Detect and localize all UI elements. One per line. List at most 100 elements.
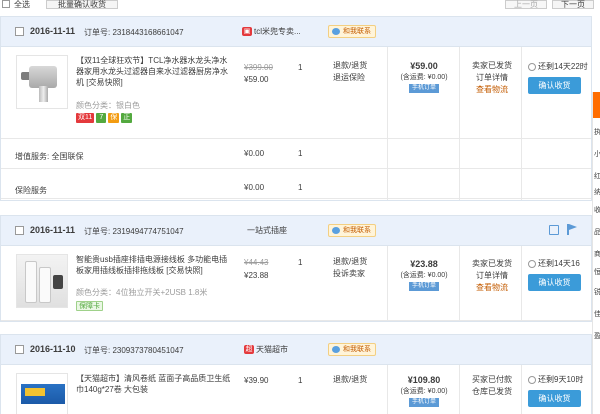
order-checkbox[interactable] xyxy=(15,226,24,235)
order-card: 2016-11-11 订单号: 2319494774751047 一站式插座 和… xyxy=(0,215,592,322)
share-icon[interactable] xyxy=(549,225,559,235)
confirm-receipt-button[interactable]: 确认收货 xyxy=(528,77,581,94)
tissue-image xyxy=(17,374,67,414)
prev-page-button[interactable]: 上一页 xyxy=(505,0,547,9)
product-thumbnail[interactable] xyxy=(16,55,68,109)
total-amount: ¥23.88 xyxy=(410,259,438,269)
mobile-order-tag: 手机订单 xyxy=(408,84,439,93)
order-total: ¥23.88 (含运费: ¥0.00) 手机订单 xyxy=(393,259,455,291)
refund-link[interactable]: 退款/退货 xyxy=(333,60,367,72)
insurance-qty: 1 xyxy=(298,183,303,192)
side-text: 小 xyxy=(594,151,600,158)
side-panel-tab[interactable] xyxy=(593,92,600,118)
shop-name: 天猫超市 xyxy=(256,345,288,354)
status-text: 卖家已发货 xyxy=(472,61,512,70)
order-date: 2016-11-11 xyxy=(30,225,76,235)
flag-icon[interactable] xyxy=(567,224,577,235)
double11-badge[interactable]: 双11 xyxy=(76,113,95,123)
order-header: 2016-11-11 订单号: 2318443168661047 ▣ tcl米兜专… xyxy=(1,17,591,47)
unit-price: ¥39.90 xyxy=(244,376,269,385)
order-number: 订单号: 2318443168661047 xyxy=(84,28,184,37)
clock-icon xyxy=(528,375,536,384)
power-strip-image xyxy=(17,255,67,307)
order-actions: 还剩14天16 确认收货 xyxy=(528,258,590,291)
extra-service-row: 增值服务: 全国联保 ¥0.00 1 xyxy=(1,139,591,169)
insurance-label: 保险服务 xyxy=(15,186,47,195)
order-total: ¥59.00 (含运费: ¥0.00) 手机订单 xyxy=(393,61,455,93)
genuine-badge[interactable]: 正 xyxy=(121,113,133,123)
order-card: 2016-11-10 订单号: 2309373780451047 超天猫超市 和… xyxy=(0,334,592,414)
badge-group: 双11 7 保 正 xyxy=(76,113,133,123)
guarantee-badge[interactable]: 保 xyxy=(108,113,120,123)
product-thumbnail[interactable] xyxy=(16,373,68,414)
refund-link[interactable]: 退款/退货 xyxy=(333,256,367,268)
quantity: 1 xyxy=(298,258,303,267)
side-text: 锐 xyxy=(594,289,600,296)
side-text: 商 xyxy=(594,251,600,258)
after-sale-links: 退款/退货 投诉卖家 xyxy=(333,256,367,280)
view-logistics-link[interactable]: 查看物流 xyxy=(471,282,513,294)
shop-name: tcl米兜专卖... xyxy=(254,27,301,36)
product-spec: 颜色分类：银白色 xyxy=(76,101,140,110)
refund-link[interactable]: 退款/退货 xyxy=(333,374,367,386)
order-actions: 还剩9天10时 确认收货 xyxy=(528,374,590,407)
order-total: ¥109.80 (含运费: ¥0.00) 手机订单 xyxy=(393,375,455,407)
shipping-fee: (含运费: ¥0.00) xyxy=(400,74,448,81)
top-toolbar: 全选 批量确认收货 上一页 下一页 xyxy=(0,0,594,10)
mobile-order-tag: 手机订单 xyxy=(408,398,439,407)
side-text: 纳 xyxy=(594,189,600,196)
confirm-receipt-button[interactable]: 确认收货 xyxy=(528,390,581,407)
product-title-link[interactable]: 【天猫超市】清风卷纸 蓝面子高品质卫生纸巾140g*27卷 大包装 xyxy=(76,373,234,395)
order-date: 2016-11-10 xyxy=(30,344,76,354)
clock-icon xyxy=(528,259,536,268)
shop-link[interactable]: ▣ tcl米兜专卖... xyxy=(242,26,301,37)
order-card: 2016-11-11 订单号: 2318443168661047 ▣ tcl米兜专… xyxy=(0,16,592,201)
view-logistics-link[interactable]: 查看物流 xyxy=(471,84,513,96)
side-text: 收 xyxy=(594,207,600,214)
contact-seller-button[interactable]: 和我联系 xyxy=(328,343,376,356)
faucet-image xyxy=(17,56,67,108)
next-page-button[interactable]: 下一页 xyxy=(552,0,594,9)
shop-link[interactable]: 一站式插座 xyxy=(247,225,287,236)
insurance-row: 保险服务 ¥0.00 1 xyxy=(1,169,591,199)
order-checkbox[interactable] xyxy=(15,345,24,354)
quantity: 1 xyxy=(298,376,303,385)
side-text: 执 xyxy=(594,129,600,136)
return-insurance-link[interactable]: 退运保险 xyxy=(333,72,367,84)
side-text: 品 xyxy=(594,229,600,236)
original-price: ¥399.00 xyxy=(244,63,273,72)
mobile-order-tag: 手机订单 xyxy=(408,282,439,291)
insurance-price: ¥0.00 xyxy=(244,183,265,192)
guarantee-card-badge[interactable]: 保障卡 xyxy=(76,301,103,311)
confirm-receipt-button[interactable]: 确认收货 xyxy=(528,274,581,291)
select-all-checkbox[interactable] xyxy=(2,0,10,8)
badge-group: 保障卡 xyxy=(76,301,103,311)
clock-icon xyxy=(528,62,536,71)
shipping-fee: (含运费: ¥0.00) xyxy=(400,388,448,395)
side-text: 佳 xyxy=(594,311,600,318)
product-title-link[interactable]: 【双11全球狂欢节】TCL净水器水龙头净水器家用水龙头过滤器自来水过滤器厨房净水… xyxy=(76,55,234,88)
shop-icon: ▣ xyxy=(242,27,252,37)
contact-seller-button[interactable]: 和我联系 xyxy=(328,224,376,237)
unit-price: ¥59.00 xyxy=(244,75,269,84)
shop-link[interactable]: 超天猫超市 xyxy=(244,344,288,355)
order-checkbox[interactable] xyxy=(15,27,24,36)
product-thumbnail[interactable] xyxy=(16,254,68,308)
seven-day-return-badge[interactable]: 7 xyxy=(96,113,107,123)
batch-confirm-button[interactable]: 批量确认收货 xyxy=(46,0,118,9)
status-text: 买家已付款 xyxy=(472,375,512,384)
side-text: 恒 xyxy=(594,269,600,276)
shop-name: 一站式插座 xyxy=(247,226,287,235)
order-header: 2016-11-11 订单号: 2319494774751047 一站式插座 和… xyxy=(1,216,591,246)
select-all-label: 全选 xyxy=(14,0,30,9)
warehouse-status-text: 仓库已发货 xyxy=(472,387,512,396)
side-text: 红 xyxy=(594,173,600,180)
after-sale-links: 退款/退货 退运保险 xyxy=(333,60,367,84)
contact-seller-button[interactable]: 和我联系 xyxy=(328,25,376,38)
order-status: 卖家已发货 订单详情 查看物流 xyxy=(471,60,513,96)
product-title-link[interactable]: 智能贵usb插座排插电源接线板 多功能电插板家用插线板插排拖线板 [交易快照] xyxy=(76,254,234,276)
order-detail-link[interactable]: 订单详情 xyxy=(471,72,513,84)
side-text: 盈 xyxy=(594,333,600,340)
order-detail-link[interactable]: 订单详情 xyxy=(471,270,513,282)
complain-seller-link[interactable]: 投诉卖家 xyxy=(333,268,367,280)
